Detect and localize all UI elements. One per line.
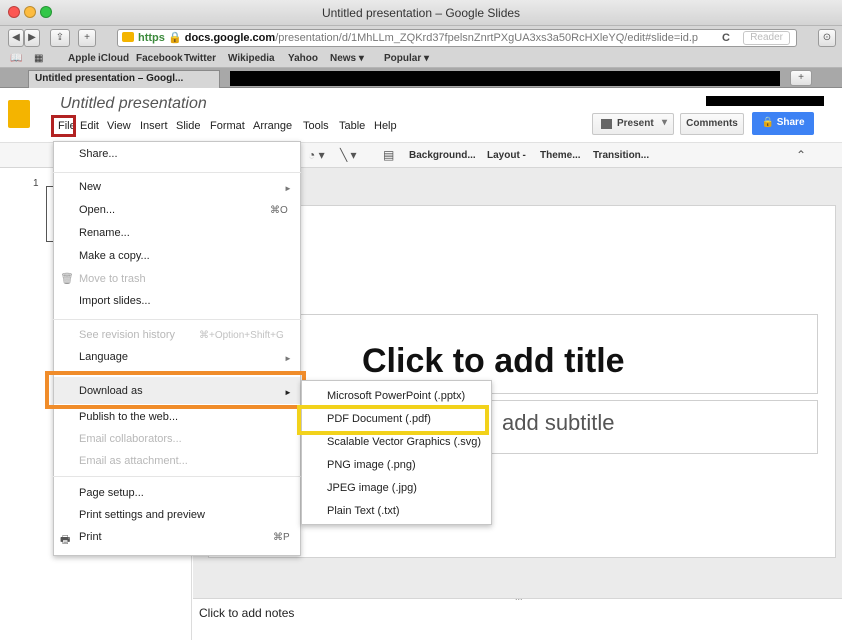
file-menu-highlight (51, 115, 76, 137)
file-email-collaborators-item: Email collaborators... (79, 433, 182, 445)
bookmarks-bar: 📖 ▦ Apple iCloud Facebook Twitter Wikipe… (0, 50, 842, 68)
back-button[interactable]: ◀ (8, 29, 24, 47)
download-png-item[interactable]: PNG image (.png) (327, 459, 416, 471)
reading-list-icon[interactable]: 📖 (10, 53, 22, 64)
redacted-account (706, 96, 824, 106)
present-button[interactable]: Present ▾ (592, 113, 674, 135)
trash-icon: 🗑 (60, 273, 74, 285)
url-scheme: https (138, 32, 165, 44)
file-language-item[interactable]: Language (79, 351, 128, 363)
file-revision-history-item: See revision history (79, 329, 175, 341)
line-icon[interactable]: ╲ ▾ (340, 148, 357, 162)
file-share-item[interactable]: Share... (79, 148, 118, 160)
menu-table[interactable]: Table (339, 120, 365, 132)
comment-icon[interactable]: ▤ (383, 148, 394, 162)
file-rename-item[interactable]: Rename... (79, 227, 130, 239)
file-print-item[interactable]: Print (79, 531, 102, 543)
new-tab-button[interactable]: + (790, 70, 812, 86)
menu-format[interactable]: Format (210, 120, 245, 132)
menu-edit[interactable]: Edit (80, 120, 99, 132)
collapse-toolbar-icon[interactable]: ⌃ (796, 148, 806, 162)
redacted-tabs (230, 71, 780, 86)
reload-icon[interactable]: C (722, 30, 730, 46)
bookmark-apple[interactable]: Apple (68, 53, 96, 64)
file-make-copy-item[interactable]: Make a copy... (79, 250, 150, 262)
notes-resize-handle[interactable]: ... (515, 592, 523, 602)
tab-strip: Untitled presentation – Googl... + (0, 68, 842, 88)
open-shortcut: ⌘O (270, 205, 288, 216)
new-tab-plus-button[interactable]: + (78, 29, 96, 47)
browser-toolbar: ◀ ▶ ⇪ + https 🔒 docs.google.com/presenta… (0, 26, 842, 50)
download-txt-item[interactable]: Plain Text (.txt) (327, 505, 400, 517)
file-import-slides-item[interactable]: Import slides... (79, 295, 151, 307)
file-open-item[interactable]: Open... (79, 204, 115, 216)
menu-arrange[interactable]: Arrange (253, 120, 292, 132)
top-sites-icon[interactable]: ▦ (34, 53, 43, 64)
menu-separator (53, 172, 301, 173)
download-svg-item[interactable]: Scalable Vector Graphics (.svg) (327, 436, 481, 448)
reader-button[interactable]: Reader (743, 31, 790, 45)
window-title: Untitled presentation – Google Slides (321, 6, 521, 20)
title-placeholder[interactable]: Click to add title (362, 342, 625, 381)
bookmark-twitter[interactable]: Twitter (184, 53, 216, 64)
present-icon (601, 119, 612, 129)
shape-icon[interactable]: ◔ ▾ (308, 148, 325, 162)
url-path: /presentation/d/1MhLLm_ZQKrd37fpelsnZnrt… (275, 32, 698, 44)
transition-button[interactable]: Transition... (593, 150, 649, 161)
lock-icon: 🔒 (761, 117, 774, 128)
revision-history-shortcut: ⌘+Option+Shift+G (199, 330, 284, 341)
layout-button[interactable]: Layout - (487, 150, 526, 161)
file-publish-item[interactable]: Publish to the web... (79, 411, 178, 423)
theme-button[interactable]: Theme... (540, 150, 581, 161)
menu-insert[interactable]: Insert (140, 120, 168, 132)
forward-button[interactable]: ▶ (24, 29, 40, 47)
bookmark-wikipedia[interactable]: Wikipedia (228, 53, 275, 64)
pdf-document-highlight (297, 405, 489, 435)
bookmark-news[interactable]: News ▾ (330, 53, 364, 64)
share-label: Share (776, 117, 805, 128)
bookmark-popular[interactable]: Popular ▾ (384, 53, 429, 64)
menu-slide[interactable]: Slide (176, 120, 200, 132)
submenu-arrow-icon: ► (284, 184, 292, 193)
document-title[interactable]: Untitled presentation (60, 95, 207, 113)
url-host: docs.google.com (184, 32, 276, 44)
present-label: Present (617, 118, 654, 129)
file-email-attachment-item: Email as attachment... (79, 455, 188, 467)
menu-help[interactable]: Help (374, 120, 397, 132)
share-button[interactable]: 🔒 Share (752, 112, 814, 135)
present-dropdown-icon[interactable]: ▾ (662, 117, 667, 128)
file-move-to-trash-item: Move to trash (79, 273, 146, 285)
bookmark-facebook[interactable]: Facebook (136, 53, 183, 64)
print-icon: 🖶 (60, 534, 71, 546)
background-button[interactable]: Background... (409, 150, 476, 161)
menu-tools[interactable]: Tools (303, 120, 329, 132)
slides-logo-icon[interactable] (8, 100, 30, 128)
file-new-item[interactable]: New (79, 181, 101, 193)
share-page-button[interactable]: ⇪ (50, 29, 70, 47)
address-bar[interactable]: https 🔒 docs.google.com/presentation/d/1… (117, 29, 797, 47)
lock-icon: 🔒 (167, 32, 182, 44)
downloads-button[interactable]: ⊙ (818, 29, 836, 47)
menu-separator (53, 476, 301, 477)
bookmark-yahoo[interactable]: Yahoo (288, 53, 318, 64)
download-pptx-item[interactable]: Microsoft PowerPoint (.pptx) (327, 390, 465, 402)
site-favicon-icon (122, 32, 134, 42)
tab-untitled-presentation[interactable]: Untitled presentation – Googl... (28, 70, 220, 88)
bookmark-icloud[interactable]: iCloud (98, 53, 129, 64)
menu-view[interactable]: View (107, 120, 131, 132)
comments-button[interactable]: Comments (680, 113, 744, 135)
file-page-setup-item[interactable]: Page setup... (79, 487, 144, 499)
window-titlebar: Untitled presentation – Google Slides (0, 0, 842, 26)
menu-separator (53, 319, 301, 320)
subtitle-placeholder[interactable]: add subtitle (502, 410, 615, 436)
notes-placeholder[interactable]: Click to add notes (199, 606, 294, 620)
file-print-settings-item[interactable]: Print settings and preview (79, 509, 205, 521)
download-jpg-item[interactable]: JPEG image (.jpg) (327, 482, 417, 494)
print-shortcut: ⌘P (273, 532, 290, 543)
download-as-highlight (45, 371, 306, 409)
submenu-arrow-icon: ► (284, 354, 292, 363)
slide-number: 1 (33, 178, 39, 189)
